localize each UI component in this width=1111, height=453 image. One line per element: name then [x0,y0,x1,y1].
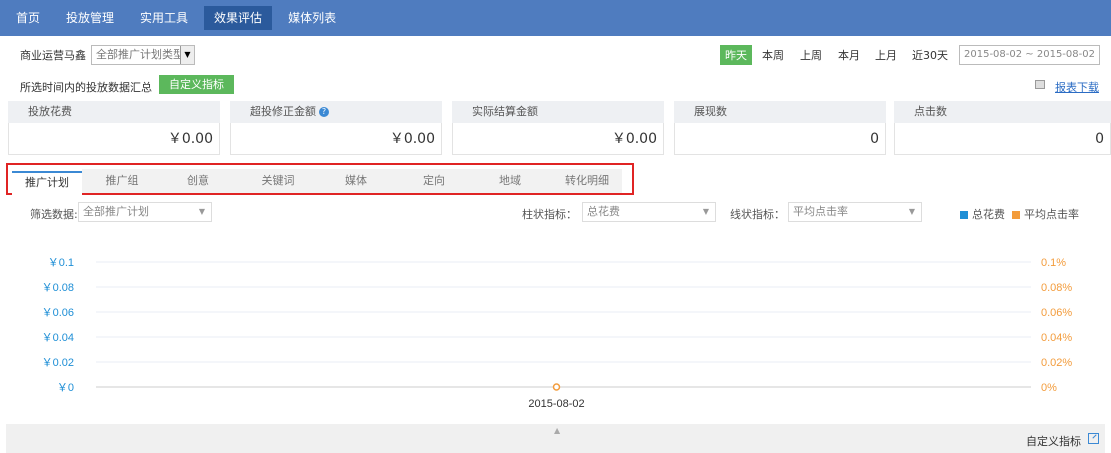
right-tick-label: 0.08% [1041,282,1072,294]
nav-tools[interactable]: 实用工具 [130,6,198,30]
left-tick-label: ￥0.04 [42,332,74,344]
right-tick-label: 0% [1041,382,1057,394]
metric-label-wrap: 超投修正金额? [230,101,442,123]
summary-text: 所选时间内的投放数据汇总 [20,81,152,94]
chart-area: ￥0 0% ￥0.02 0.02% ￥0.04 0.04% ￥0.06 0.06% ￥0.08 0… [6,232,1105,422]
bottom-bar: ▲ 自定义指标 [6,424,1105,453]
tab-group[interactable]: 推广组 [92,171,152,195]
line-metric-label: 线状指标： [730,208,785,221]
bar-metric-label: 柱状指标： [522,208,577,221]
x-tick-label: 2015-08-02 [528,398,584,410]
filter-data-select[interactable]: 全部推广计划 ▼ [78,202,212,222]
metric-value: ￥0.00 [8,123,220,155]
bar-metric-select[interactable]: 总花费 ▼ [582,202,716,222]
chevron-down-icon: ▼ [198,207,205,216]
legend-avg-ctr[interactable]: 平均点击率 [1012,206,1079,222]
collapse-up-icon[interactable]: ▲ [554,426,560,435]
custom-metrics-button[interactable]: 自定义指标 [159,75,234,94]
period-yesterday[interactable]: 昨天 [720,45,752,65]
metric-value: ￥0.00 [230,123,442,155]
report-download-link[interactable]: 报表下载 [1055,79,1099,95]
metric-value: 0 [674,123,886,155]
point-avg-ctr [552,383,561,391]
tab-conversion[interactable]: 转化明细 [552,171,622,195]
metric-value: 0 [894,123,1111,155]
metric-label: 点击数 [894,101,1111,123]
chart-svg: ￥0 0% ￥0.02 0.02% ￥0.04 0.04% ￥0.06 0.06% ￥0.08 0… [42,257,1073,410]
left-tick-label: ￥0 [57,382,74,394]
nav-home[interactable]: 首页 [6,6,50,30]
plan-type-select[interactable]: 全部推广计划类型 ▼ [91,45,195,65]
tab-creative[interactable]: 创意 [168,171,228,195]
bar-metric-value: 总花费 [587,205,620,218]
metric-label: 超投修正金额 [250,105,316,118]
legend-swatch [1012,211,1020,219]
line-metric-value: 平均点击率 [793,205,848,218]
left-tick-label: ￥0.1 [48,257,74,269]
right-tick-label: 0.06% [1041,307,1072,319]
chevron-down-icon: ▼ [702,207,709,216]
filter-row: 筛选数据: 全部推广计划 ▼ 柱状指标： 总花费 ▼ 线状指标： 平均点击率 ▼… [0,200,1111,224]
summary-row: 所选时间内的投放数据汇总 自定义指标 报表下载 [0,75,1111,95]
filter-data-value: 全部推广计划 [83,205,149,218]
tab-plan[interactable]: 推广计划 [12,171,82,195]
date-range-value: 2015-08-02 ~ 2015-08-02 [964,49,1095,60]
metric-label: 实际结算金额 [452,101,664,123]
download-icon [1035,80,1045,89]
left-tick-label: ￥0.08 [42,282,74,294]
period-last-week[interactable]: 上周 [800,47,822,63]
filter-data-label: 筛选数据: [30,208,78,221]
left-tick-label: ￥0.02 [42,357,74,369]
tab-targeting[interactable]: 定向 [404,171,464,195]
report-tabs: 推广计划 推广组 创意 关键词 媒体 定向 地域 转化明细 [6,163,634,195]
metric-spend: 投放花费 ￥0.00 [8,101,220,155]
metric-settlement: 实际结算金额 ￥0.00 [452,101,664,155]
right-tick-label: 0.04% [1041,332,1072,344]
period-this-month[interactable]: 本月 [838,47,860,63]
metrics-panel: 投放花费 ￥0.00 超投修正金额? ￥0.00 实际结算金额 ￥0.00 展现… [8,101,1111,155]
chevron-down-icon: ▼ [180,46,194,64]
period-this-week[interactable]: 本周 [762,47,784,63]
question-circle-icon[interactable]: ? [319,107,329,117]
footer-custom-metrics-link[interactable]: 自定义指标 [1026,433,1081,449]
tab-region[interactable]: 地域 [480,171,540,195]
metric-clicks: 点击数 0 [894,101,1111,155]
nav-evaluation[interactable]: 效果评估 [204,6,273,30]
legend-total-spend[interactable]: 总花费 [960,206,1005,222]
period-last-month[interactable]: 上月 [875,47,897,63]
legend-swatch [960,211,968,219]
date-range-input[interactable]: 2015-08-02 ~ 2015-08-02 [959,45,1100,65]
tab-media[interactable]: 媒体 [326,171,386,195]
legend-label: 平均点击率 [1024,208,1079,221]
right-tick-label: 0.1% [1041,257,1066,269]
tab-keyword[interactable]: 关键词 [248,171,308,195]
left-tick-label: ￥0.06 [42,307,74,319]
legend-label: 总花费 [972,208,1005,221]
business-name: 商业运营马鑫 [20,49,86,62]
metric-over-correction: 超投修正金额? ￥0.00 [230,101,442,155]
nav-ad-management[interactable]: 投放管理 [56,6,124,30]
chevron-down-icon: ▼ [908,207,915,216]
top-nav: 首页 投放管理 实用工具 效果评估 媒体列表 [0,0,1111,36]
nav-media-list[interactable]: 媒体列表 [278,6,346,30]
metric-value: ￥0.00 [452,123,664,155]
metric-impressions: 展现数 0 [674,101,886,155]
edit-icon[interactable] [1088,433,1099,444]
metric-label: 展现数 [674,101,886,123]
right-tick-label: 0.02% [1041,357,1072,369]
plan-type-select-value: 全部推广计划类型 [96,48,184,61]
toolbar-row: 商业运营马鑫 全部推广计划类型 ▼ 昨天 本周 上周 本月 上月 近30天 20… [0,42,1111,68]
metric-label: 投放花费 [8,101,220,123]
line-metric-select[interactable]: 平均点击率 ▼ [788,202,922,222]
period-last-30-days[interactable]: 近30天 [912,47,948,63]
